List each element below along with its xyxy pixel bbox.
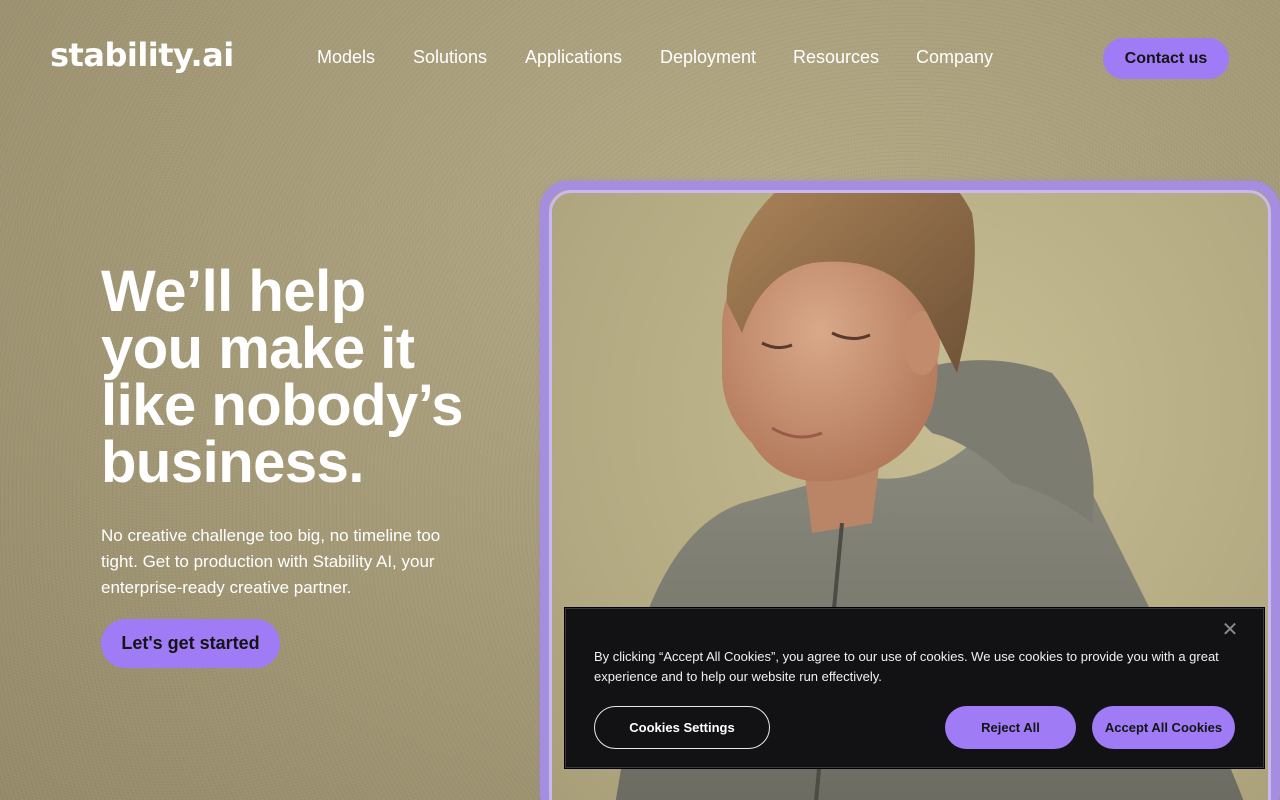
hero-title-line: business. [101,430,365,495]
nav-item-models[interactable]: Models [317,47,375,68]
reject-all-button[interactable]: Reject All [945,706,1076,749]
contact-us-button[interactable]: Contact us [1103,38,1229,79]
nav-item-company[interactable]: Company [916,47,993,68]
close-icon[interactable]: ✕ [1219,619,1241,641]
cookies-settings-button[interactable]: Cookies Settings [594,706,770,749]
hero-title-line: like nobody’s [101,373,463,438]
hero-title-line: you make it [101,316,415,381]
nav-item-solutions[interactable]: Solutions [413,47,487,68]
site-header: stability.ai Models Solutions Applicatio… [0,0,1280,116]
accept-all-cookies-button[interactable]: Accept All Cookies [1092,706,1235,749]
nav-item-resources[interactable]: Resources [793,47,879,68]
nav-item-deployment[interactable]: Deployment [660,47,756,68]
hero-subtitle: No creative challenge too big, no timeli… [101,526,441,597]
get-started-button[interactable]: Let's get started [101,619,280,668]
hero-title-line: We’ll help [101,259,366,324]
logo[interactable]: stability.ai [50,36,234,74]
cookie-banner-text: By clicking “Accept All Cookies”, you ag… [594,649,1219,684]
nav-item-applications[interactable]: Applications [525,47,622,68]
hero-title: We’ll help you make it like nobody’s bus… [101,259,501,495]
cookie-banner: ✕ By clicking “Accept All Cookies”, you … [565,608,1264,768]
